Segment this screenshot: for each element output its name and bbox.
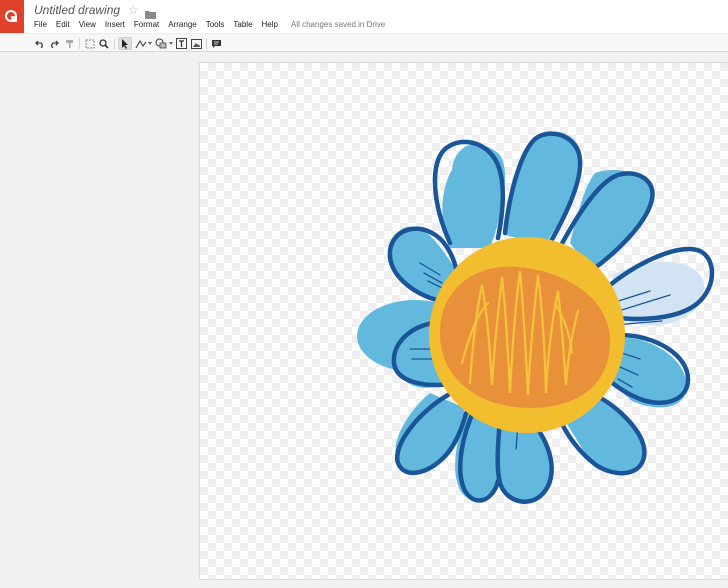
text-box-icon[interactable] [175,37,188,50]
image-icon[interactable] [190,37,203,50]
select-icon[interactable] [118,37,132,50]
save-status: All changes saved in Drive [290,19,386,29]
redo-icon[interactable] [48,37,60,50]
document-title[interactable]: Untitled drawing [34,3,126,17]
line-dropdown-caret[interactable] [148,42,152,45]
menu-view[interactable]: View [79,20,96,29]
app-header: Untitled drawing ☆ File Edit View Insert… [0,0,728,33]
star-icon[interactable]: ☆ [128,4,139,16]
title-row: Untitled drawing ☆ [34,2,156,19]
menu-format[interactable]: Format [134,20,159,29]
paint-format-icon[interactable] [63,37,75,50]
zoom-fit-icon[interactable] [83,37,96,50]
menu-bar: File Edit View Insert Format Arrange Too… [34,18,385,30]
menu-arrange[interactable]: Arrange [168,20,196,29]
menu-help[interactable]: Help [262,20,278,29]
menu-file[interactable]: File [34,20,47,29]
drawings-logo-icon [5,10,17,22]
menu-edit[interactable]: Edit [56,20,70,29]
comment-icon[interactable] [210,37,223,50]
toolbar-separator [206,38,207,49]
menu-tools[interactable]: Tools [206,20,225,29]
toolbar [0,33,728,52]
undo-icon[interactable] [34,37,46,50]
toolbar-separator [79,38,80,49]
shape-icon[interactable] [154,37,168,50]
drawings-app: Untitled drawing ☆ File Edit View Insert… [0,0,728,588]
drawings-logo[interactable] [0,0,24,33]
toolbar-separator [114,38,115,49]
folder-icon[interactable] [144,6,156,19]
menu-insert[interactable]: Insert [105,20,125,29]
menu-table[interactable]: Table [233,20,252,29]
canvas-area [0,53,728,588]
drawing-canvas[interactable] [199,62,728,580]
shape-dropdown-caret[interactable] [169,42,173,45]
line-icon[interactable] [134,37,147,50]
zoom-icon[interactable] [98,37,110,50]
flower-drawing[interactable] [200,63,728,580]
